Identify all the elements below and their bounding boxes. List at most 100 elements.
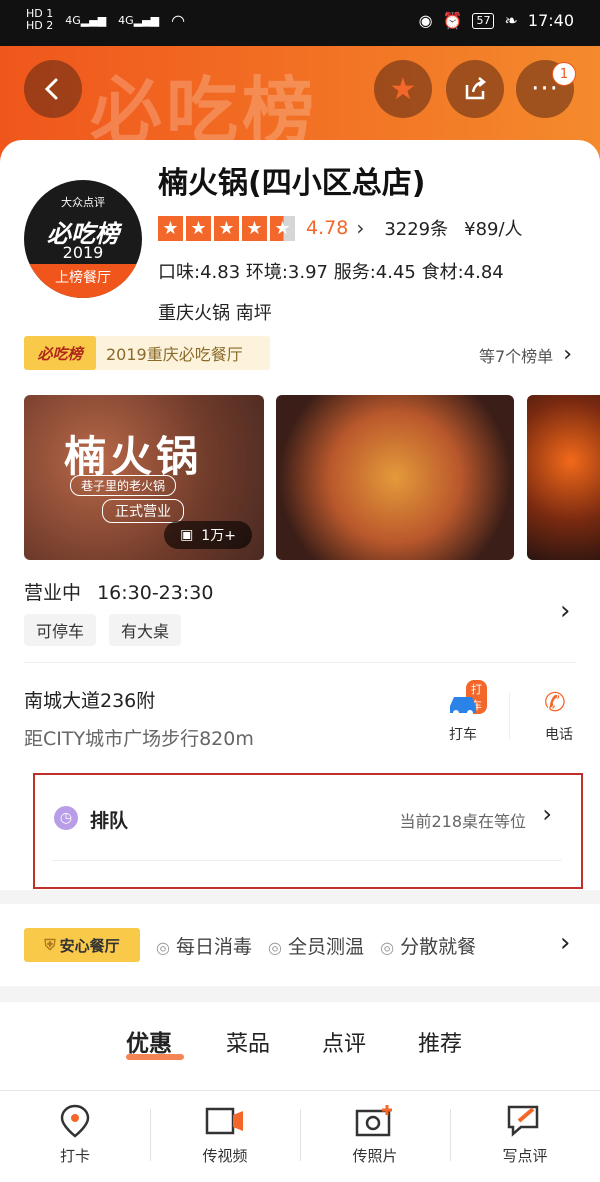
photo-count: 1万+ bbox=[201, 528, 236, 544]
check-circle-icon: ◎ bbox=[156, 938, 170, 957]
check-circle-icon: ◎ bbox=[380, 938, 395, 957]
edit-review-icon bbox=[507, 1105, 539, 1137]
star-icon: ★ bbox=[242, 215, 267, 241]
tab-offers[interactable]: 优惠 bbox=[126, 1024, 184, 1060]
category-location: 重庆火锅 南坪 bbox=[158, 303, 272, 324]
safety-item: ◎ 分散就餐 bbox=[380, 936, 477, 958]
photo-count-badge[interactable]: ▣ 1万+ bbox=[164, 521, 252, 549]
nav-upload-photo[interactable]: 传照片 bbox=[300, 1091, 450, 1182]
logo-brand: 大众点评 bbox=[61, 196, 105, 209]
chevron-right-icon: › bbox=[542, 800, 552, 828]
open-status: 营业中 bbox=[24, 582, 82, 604]
chevron-right-icon[interactable]: › bbox=[560, 596, 570, 626]
ranking-more-text: 等7个榜单 bbox=[479, 346, 554, 366]
phone-icon: ✆ bbox=[544, 688, 566, 718]
content-tabs: 优惠 菜品 点评 推荐 bbox=[0, 1002, 600, 1090]
leaf-icon: ❧ bbox=[504, 11, 518, 30]
open-hours: 16:30-23:30 bbox=[97, 582, 214, 604]
wifi-icon: ◠ bbox=[171, 10, 186, 30]
back-button[interactable] bbox=[24, 60, 82, 118]
review-count: 3229条 bbox=[384, 219, 449, 240]
nav-upload-video[interactable]: 传视频 bbox=[150, 1091, 300, 1182]
taxi-label: 打车 bbox=[449, 727, 477, 743]
image-icon: ▣ bbox=[180, 527, 194, 543]
tab-recommend[interactable]: 推荐 bbox=[418, 1026, 462, 1058]
camera-icon bbox=[355, 1105, 392, 1137]
chevron-right-icon: › bbox=[560, 928, 571, 958]
chevron-right-icon: › bbox=[563, 342, 572, 367]
nav-checkin-label: 打卡 bbox=[59, 1147, 90, 1165]
nav-write-review-label: 写点评 bbox=[502, 1147, 548, 1165]
logo-year: 2019 bbox=[62, 243, 104, 262]
ranking-logo: 必吃榜 bbox=[24, 336, 96, 370]
safety-badge: ⛨ 安心餐厅 bbox=[24, 928, 140, 962]
queue-label: 排队 bbox=[90, 810, 129, 832]
ranking-more-link[interactable]: 等7个榜单 › bbox=[479, 342, 572, 367]
location-pin-icon bbox=[60, 1104, 90, 1138]
safety-badge-text: 安心餐厅 bbox=[59, 936, 120, 955]
tag-parking: 可停车 bbox=[24, 614, 97, 646]
favorite-button[interactable]: ★ bbox=[374, 60, 432, 118]
queue-status: 当前218桌在等位 bbox=[399, 812, 526, 831]
hours-row[interactable]: 营业中 16:30-23:30 bbox=[24, 578, 213, 605]
restaurant-logo: 大众点评 必吃榜 2019 上榜餐厅 bbox=[24, 180, 142, 298]
taxi-button[interactable]: 打车 打车 bbox=[440, 680, 487, 744]
more-badge: 1 bbox=[552, 62, 576, 86]
tab-reviews[interactable]: 点评 bbox=[322, 1026, 366, 1058]
share-button[interactable] bbox=[446, 60, 504, 118]
queue-row[interactable]: ◷ 排队 当前218桌在等位 › bbox=[52, 800, 562, 840]
photo-overlay-open: 正式营业 bbox=[102, 499, 184, 523]
star-icon: ★ bbox=[214, 215, 239, 241]
divider bbox=[509, 692, 510, 740]
phone-label: 电话 bbox=[545, 727, 573, 743]
divider bbox=[24, 662, 576, 663]
car-icon bbox=[450, 697, 476, 716]
price-per-person: ¥89/人 bbox=[464, 219, 523, 240]
sim2-label: HD 2 bbox=[26, 19, 54, 32]
ranking-tag[interactable]: 必吃榜 2019重庆必吃餐厅 bbox=[24, 336, 270, 370]
chevron-right-icon: › bbox=[356, 216, 365, 240]
clock-icon: ◷ bbox=[54, 806, 78, 830]
signal-icon-1: 4G▂▄▆ bbox=[65, 13, 107, 27]
star-icon: ★ bbox=[186, 215, 211, 241]
alarm-icon: ⏰ bbox=[442, 11, 463, 30]
signal-icon-2: 4G▂▄▆ bbox=[118, 13, 160, 27]
shield-icon: ⛨ bbox=[44, 936, 56, 954]
half-star-icon: ★ bbox=[270, 215, 295, 241]
nav-checkin[interactable]: 打卡 bbox=[0, 1091, 150, 1182]
safety-item: ◎ 全员测温 bbox=[268, 936, 365, 958]
back-arrow-icon bbox=[44, 78, 58, 100]
tab-dishes[interactable]: 菜品 bbox=[226, 1026, 270, 1058]
eye-icon: ◉ bbox=[418, 11, 433, 30]
photo-overlay-sub: 巷子里的老火锅 bbox=[70, 475, 177, 496]
video-icon bbox=[205, 1107, 243, 1135]
phone-button[interactable]: ✆ 电话 bbox=[536, 684, 582, 744]
photo-dish-2[interactable] bbox=[527, 395, 600, 560]
sub-scores: 口味:4.83 环境:3.97 服务:4.45 食材:4.84 bbox=[158, 262, 504, 283]
ranking-text: 2019重庆必吃餐厅 bbox=[106, 345, 243, 364]
nav-upload-photo-label: 传照片 bbox=[352, 1147, 398, 1165]
nav-upload-video-label: 传视频 bbox=[202, 1147, 248, 1165]
battery-indicator: 57 bbox=[472, 12, 495, 29]
status-bar: HD 1 HD 2 4G▂▄▆ 4G▂▄▆ ◠ ◉ ⏰ 57 ❧ 17:40 bbox=[0, 0, 600, 46]
safety-item: ◎ 每日消毒 bbox=[156, 936, 253, 958]
rating-row[interactable]: ★ ★ ★ ★ ★ 4.78 › 3229条 ¥89/人 bbox=[158, 214, 523, 242]
tab-underline bbox=[126, 1054, 184, 1060]
bottom-nav: 打卡 传视频 传照片 写点评 bbox=[0, 1090, 600, 1182]
rating-score: 4.78 bbox=[306, 217, 349, 239]
address-street[interactable]: 南城大道236附 bbox=[24, 686, 155, 713]
nav-write-review[interactable]: 写点评 bbox=[450, 1091, 600, 1182]
star-icon: ★ bbox=[389, 71, 417, 107]
photo-storefront[interactable]: 楠火锅 巷子里的老火锅 正式营业 ▣ 1万+ bbox=[24, 395, 264, 560]
check-circle-icon: ◎ bbox=[268, 938, 282, 957]
logo-ribbon: 上榜餐厅 bbox=[24, 264, 142, 298]
divider bbox=[52, 860, 562, 861]
address-distance: 距CITY城市广场步行820m bbox=[24, 728, 254, 750]
section-gap bbox=[0, 890, 600, 904]
tag-big-table: 有大桌 bbox=[109, 614, 182, 646]
share-icon bbox=[465, 77, 487, 100]
photo-dish[interactable] bbox=[276, 395, 514, 560]
safety-row[interactable]: ⛨ 安心餐厅 ◎ 每日消毒 ◎ 全员测温 ◎ 分散就餐 › bbox=[0, 904, 600, 986]
clock-time: 17:40 bbox=[527, 11, 574, 30]
restaurant-name: 楠火锅(四小区总店) bbox=[158, 166, 426, 201]
